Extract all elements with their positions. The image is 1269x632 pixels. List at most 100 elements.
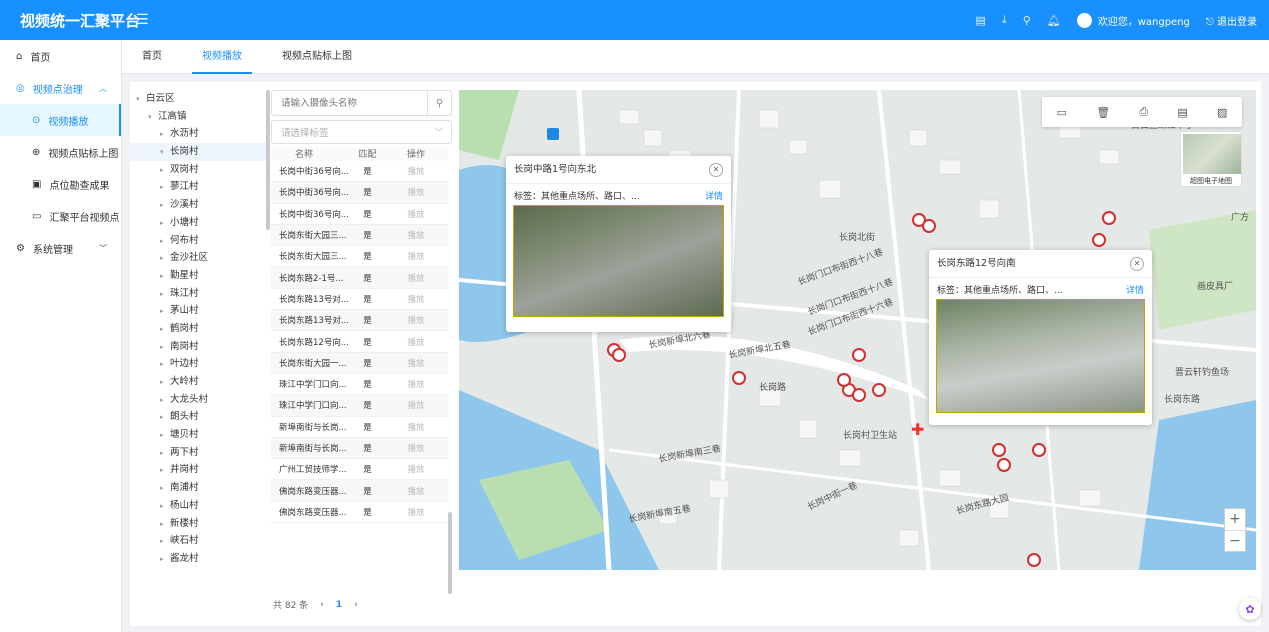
- details-link[interactable]: 详情: [705, 189, 723, 202]
- video-player[interactable]: [936, 299, 1145, 413]
- search-input[interactable]: [272, 91, 422, 115]
- table-row[interactable]: 长岗中街36号向... 是 播放: [271, 161, 448, 183]
- camera-marker[interactable]: [872, 383, 886, 397]
- details-link[interactable]: 详情: [1126, 283, 1144, 296]
- camera-marker[interactable]: [612, 348, 626, 362]
- tag-select[interactable]: 请选择标签 ﹀: [271, 120, 452, 144]
- play-button[interactable]: 播放: [384, 442, 448, 454]
- table-row[interactable]: 广州工贸技师学... 是 播放: [271, 459, 448, 481]
- map-view[interactable]: 长岗北街 长岗门口布街西十八巷 长岗门口布街西十八巷 长岗门口布街西十六巷 长岗…: [459, 90, 1256, 570]
- tree-node-village[interactable]: ▸ 鹤岗村: [130, 320, 270, 338]
- play-button[interactable]: 播放: [384, 463, 448, 475]
- sidebar-item-survey-results[interactable]: ▣ 点位勘查成果: [0, 168, 121, 200]
- play-button[interactable]: 播放: [384, 186, 448, 198]
- table-row[interactable]: 珠江中学门口向... 是 播放: [271, 373, 448, 396]
- search-icon[interactable]: ⚲: [1023, 14, 1031, 27]
- tree-node-village[interactable]: ▸ 大岭村: [130, 373, 270, 391]
- tree-node-village[interactable]: ▸ 小塘村: [130, 214, 270, 232]
- camera-marker[interactable]: [1092, 233, 1106, 247]
- play-button[interactable]: 播放: [384, 357, 448, 369]
- tree-node-village[interactable]: ▸ 茅山村: [130, 302, 270, 320]
- current-page[interactable]: 1: [336, 600, 342, 610]
- tree-node-village[interactable]: ▸ 叶边村: [130, 355, 270, 373]
- play-button[interactable]: 播放: [384, 229, 448, 241]
- tree-node-village[interactable]: ▸ 金沙社区: [130, 249, 270, 267]
- tree-node-village[interactable]: ▸ 朗头村: [130, 408, 270, 426]
- tree-node-village[interactable]: ▸ 何布村: [130, 232, 270, 250]
- tree-node-village[interactable]: ▸ 峡石村: [130, 532, 270, 550]
- tab-home[interactable]: 首页: [142, 40, 162, 74]
- camera-marker[interactable]: [1102, 211, 1116, 225]
- logout-button[interactable]: ⎋ 退出登录: [1206, 13, 1257, 28]
- play-button[interactable]: 播放: [384, 485, 448, 497]
- tree-node-village[interactable]: ▸ 大龙头村: [130, 391, 270, 409]
- tree-node-village[interactable]: ▾ 长岗村: [130, 143, 270, 161]
- zoom-out-button[interactable]: −: [1225, 531, 1245, 553]
- table-row[interactable]: 长岗东路13号对... 是 播放: [271, 288, 448, 311]
- tab-video-tagging[interactable]: 视频点贴标上图: [282, 40, 352, 74]
- next-page-button[interactable]: ›: [354, 600, 358, 610]
- tree-node-village[interactable]: ▸ 南浦村: [130, 479, 270, 497]
- camera-marker[interactable]: [992, 443, 1006, 457]
- table-row[interactable]: 长岗东街大园三... 是 播放: [271, 224, 448, 247]
- tree-node-village[interactable]: ▸ 蓼江村: [130, 178, 270, 196]
- table-row[interactable]: 长岗中街36号向... 是 播放: [271, 203, 448, 225]
- camera-marker[interactable]: [1027, 553, 1041, 567]
- zoom-in-button[interactable]: +: [1225, 509, 1245, 531]
- video-player[interactable]: [513, 205, 724, 317]
- table-row[interactable]: 长岗东路12号向... 是 播放: [271, 331, 448, 353]
- table-row[interactable]: 佛岗东路变压器... 是 播放: [271, 480, 448, 502]
- image-icon[interactable]: ▨: [1217, 106, 1227, 119]
- table-row[interactable]: 佛岗东路变压器... 是 播放: [271, 501, 448, 524]
- play-button[interactable]: 播放: [384, 165, 448, 177]
- camera-marker[interactable]: [922, 219, 936, 233]
- play-button[interactable]: 播放: [384, 421, 448, 433]
- menu-toggle-icon[interactable]: ☰: [136, 12, 149, 28]
- table-row[interactable]: 长岗东街大园三... 是 播放: [271, 246, 448, 268]
- close-icon[interactable]: ✕: [709, 163, 723, 177]
- sidebar-item-home[interactable]: ⌂ 首页: [0, 40, 121, 72]
- download-icon[interactable]: ⤓: [1002, 13, 1007, 27]
- sidebar-item-platform-videos[interactable]: ▭ 汇聚平台视频点: [0, 200, 121, 232]
- play-button[interactable]: 播放: [384, 272, 448, 284]
- play-button[interactable]: 播放: [384, 399, 448, 411]
- measure-icon[interactable]: ▭: [1057, 106, 1067, 119]
- print-icon[interactable]: ⎙: [1139, 105, 1148, 119]
- camera-marker[interactable]: [997, 458, 1011, 472]
- camera-marker[interactable]: [852, 388, 866, 402]
- prev-page-button[interactable]: ‹: [320, 600, 324, 610]
- close-icon[interactable]: ✕: [1130, 257, 1144, 271]
- sidebar-item-video-tagging[interactable]: ⊕ 视频点贴标上图: [0, 136, 121, 168]
- table-row[interactable]: 长岗东路13号对... 是 播放: [271, 310, 448, 332]
- avatar[interactable]: [1076, 12, 1092, 28]
- list-scrollbar[interactable]: [448, 512, 452, 594]
- tree-node-village[interactable]: ▸ 南岗村: [130, 338, 270, 356]
- layer-icon[interactable]: ▤: [1177, 106, 1187, 119]
- sidebar-item-video-play[interactable]: ⊙ 视频播放: [0, 104, 121, 136]
- tree-scrollbar[interactable]: [266, 90, 270, 230]
- tab-video-play[interactable]: 视频播放: [192, 40, 252, 74]
- tree-node-root[interactable]: ▾ 白云区: [130, 90, 270, 108]
- camera-marker[interactable]: [852, 348, 866, 362]
- tree-node-village[interactable]: ▸ 水沥村: [130, 125, 270, 143]
- camera-marker[interactable]: [1032, 443, 1046, 457]
- play-button[interactable]: 播放: [384, 250, 448, 262]
- bell-icon[interactable]: 🔔︎: [1047, 14, 1061, 27]
- tree-node-village[interactable]: ▸ 双岗村: [130, 161, 270, 179]
- play-button[interactable]: 播放: [384, 208, 448, 220]
- play-button[interactable]: 播放: [384, 378, 448, 390]
- delete-icon[interactable]: 🗑︎: [1096, 106, 1110, 119]
- search-button[interactable]: ⚲: [427, 91, 451, 115]
- table-row[interactable]: 珠江中学门口向... 是 播放: [271, 395, 448, 417]
- tree-node-village[interactable]: ▸ 勤星村: [130, 267, 270, 285]
- tree-node-village[interactable]: ▸ 两下村: [130, 444, 270, 462]
- tree-node-village[interactable]: ▸ 井岗村: [130, 461, 270, 479]
- camera-marker[interactable]: [837, 373, 851, 387]
- tree-node-village[interactable]: ▸ 杨山村: [130, 497, 270, 515]
- play-button[interactable]: 播放: [384, 293, 448, 305]
- sidebar-item-system[interactable]: ⚙ 系统管理 ﹀: [0, 232, 121, 264]
- document-icon[interactable]: ▤: [975, 14, 985, 27]
- table-row[interactable]: 新埠南街与长岗... 是 播放: [271, 416, 448, 438]
- tree-node-town[interactable]: ▾ 江高镇: [130, 108, 270, 126]
- table-row[interactable]: 新埠南街与长岗... 是 播放: [271, 437, 448, 460]
